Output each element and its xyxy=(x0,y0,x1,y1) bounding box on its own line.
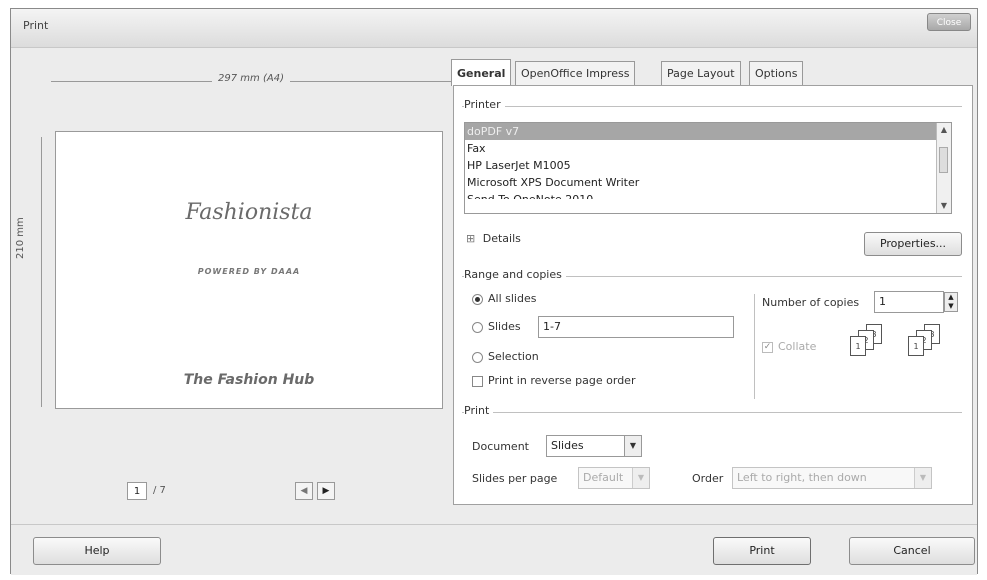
tab-page-layout[interactable]: Page Layout xyxy=(661,61,741,85)
printer-list[interactable]: doPDF v7 Fax HP LaserJet M1005 Microsoft… xyxy=(464,122,952,214)
details-label: Details xyxy=(482,232,521,245)
spin-up-icon[interactable]: ▲ xyxy=(945,293,957,302)
preview-slide-footer: The Fashion Hub xyxy=(183,372,315,388)
printer-item[interactable]: HP LaserJet M1005 xyxy=(465,157,951,174)
printer-section-label: Printer xyxy=(464,98,505,111)
slides-radio[interactable] xyxy=(472,321,483,333)
page-width-label: 297 mm (A4) xyxy=(51,73,451,84)
document-label: Document xyxy=(472,440,529,453)
collate-option[interactable]: ✓ Collate xyxy=(762,340,816,353)
print-button[interactable]: Print xyxy=(713,537,811,565)
print-dialog: Print Close 297 mm (A4) 210 mm Fashionis… xyxy=(10,8,978,575)
print-section-label: Print xyxy=(464,404,494,417)
dialog-button-bar: Help Print Cancel xyxy=(11,524,977,575)
tab-openoffice-impress[interactable]: OpenOffice Impress xyxy=(515,61,636,85)
height-dimension-line xyxy=(41,137,42,407)
copies-divider xyxy=(754,294,755,399)
expand-icon: ⊞ xyxy=(466,232,476,245)
title-bar: Print Close xyxy=(11,9,977,48)
reverse-order-option[interactable]: Print in reverse page order xyxy=(472,374,635,387)
page-total-label: / 7 xyxy=(153,485,166,496)
copies-spinner[interactable]: ▲ ▼ xyxy=(944,292,958,312)
slides-option[interactable]: Slides xyxy=(472,320,521,333)
selection-option[interactable]: Selection xyxy=(472,350,539,363)
page-height-label: 210 mm xyxy=(15,217,26,259)
slides-per-page-select[interactable]: Default ▼ xyxy=(578,467,650,489)
page-number-field[interactable]: 1 xyxy=(127,482,147,500)
order-label: Order xyxy=(692,472,724,485)
dialog-title: Print xyxy=(23,19,49,32)
printer-section-divider xyxy=(462,106,962,107)
printer-item[interactable]: Send To OneNote 2010 xyxy=(465,191,951,199)
slides-range-input[interactable]: 1-7 xyxy=(538,316,734,338)
all-slides-radio[interactable] xyxy=(472,293,483,305)
close-button[interactable]: Close xyxy=(927,13,971,31)
preview-slide-subtitle: POWERED BY DAAA xyxy=(197,267,301,276)
help-button[interactable]: Help xyxy=(33,537,161,565)
spin-down-icon[interactable]: ▼ xyxy=(945,302,957,311)
scroll-up-icon[interactable]: ▲ xyxy=(937,123,951,137)
next-page-button[interactable]: ▶ xyxy=(317,482,335,500)
properties-button[interactable]: Properties... xyxy=(864,232,962,256)
order-select[interactable]: Left to right, then down ▼ xyxy=(732,467,932,489)
chevron-down-icon[interactable]: ▼ xyxy=(914,468,931,488)
slides-per-page-label: Slides per page xyxy=(472,472,558,485)
chevron-right-icon: ▶ xyxy=(322,486,330,496)
document-select[interactable]: Slides ▼ xyxy=(546,435,642,457)
tab-general[interactable]: General xyxy=(451,59,512,86)
selection-radio[interactable] xyxy=(472,351,483,363)
details-expander[interactable]: ⊞ Details xyxy=(466,232,521,245)
range-section-label: Range and copies xyxy=(464,268,566,281)
reverse-order-checkbox[interactable] xyxy=(472,375,483,387)
printer-item[interactable]: Fax xyxy=(465,140,951,157)
scroll-thumb[interactable] xyxy=(939,147,948,173)
all-slides-option[interactable]: All slides xyxy=(472,292,536,305)
cancel-button[interactable]: Cancel xyxy=(849,537,975,565)
printer-item[interactable]: doPDF v7 xyxy=(465,123,951,140)
previous-page-button[interactable]: ◀ xyxy=(295,482,313,500)
scroll-down-icon[interactable]: ▼ xyxy=(937,199,951,213)
preview-slide-title: Fashionista xyxy=(185,200,313,225)
general-tab-panel: Printer doPDF v7 Fax HP LaserJet M1005 M… xyxy=(453,85,973,505)
print-section-divider xyxy=(462,412,962,413)
chevron-left-icon: ◀ xyxy=(300,486,308,496)
chevron-down-icon[interactable]: ▼ xyxy=(624,436,641,456)
copies-label: Number of copies xyxy=(762,296,860,309)
collate-checkbox[interactable]: ✓ xyxy=(762,341,773,353)
printer-list-scrollbar[interactable]: ▲ ▼ xyxy=(936,123,951,213)
copies-input[interactable]: 1 xyxy=(874,291,944,313)
slide-preview: Fashionista POWERED BY DAAA The Fashion … xyxy=(55,131,443,409)
tab-options[interactable]: Options xyxy=(749,61,804,85)
chevron-down-icon[interactable]: ▼ xyxy=(632,468,649,488)
printer-item[interactable]: Microsoft XPS Document Writer xyxy=(465,174,951,191)
